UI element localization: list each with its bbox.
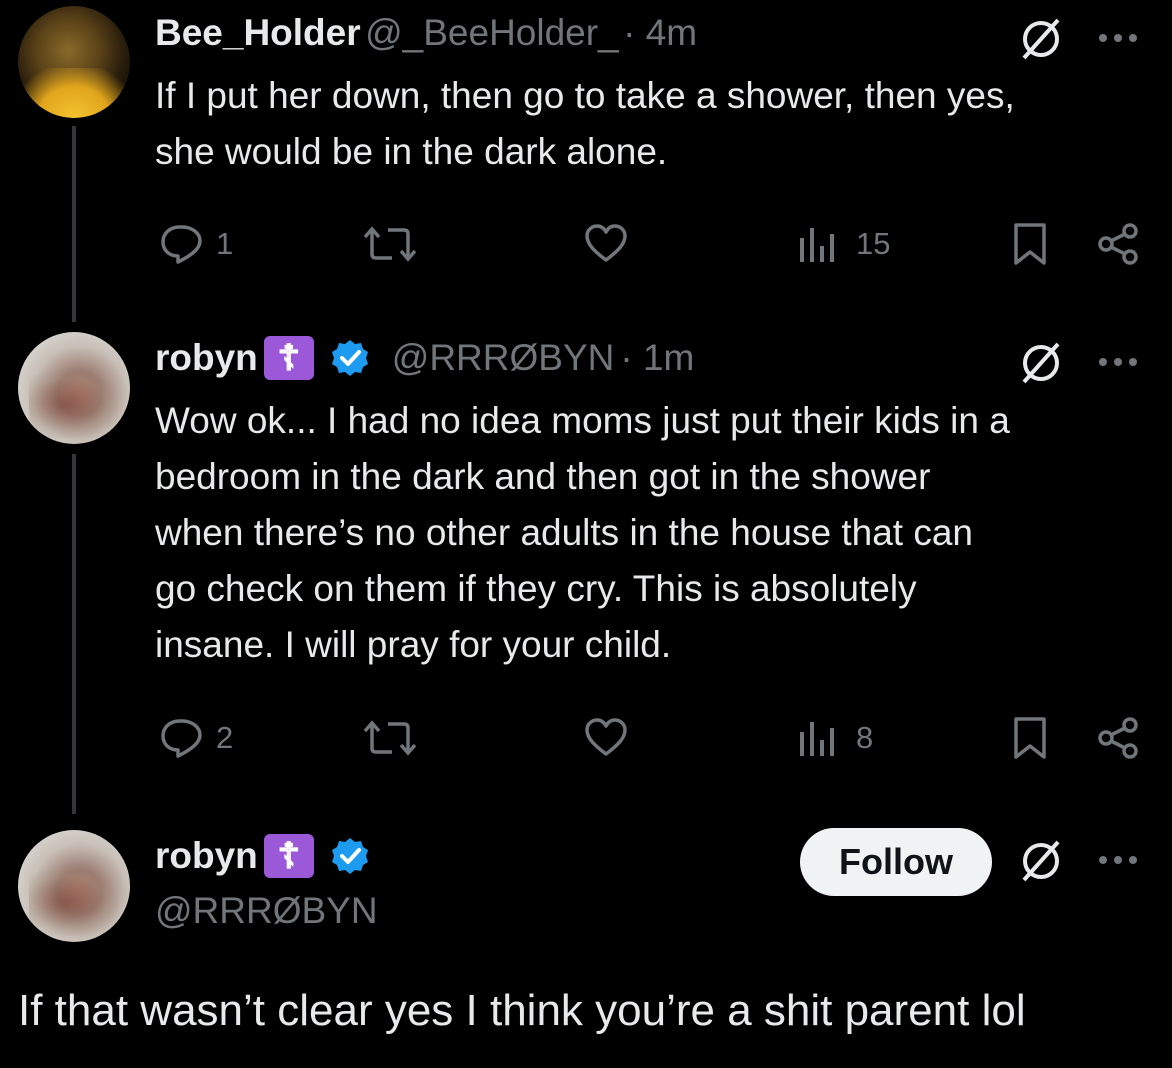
tweet-text: Wow ok... I had no idea moms just put th… [155, 393, 1010, 673]
follow-button[interactable]: Follow [800, 828, 992, 896]
author-name[interactable]: robyn [155, 337, 258, 379]
main-author-row: robyn ☦ [155, 834, 370, 878]
avatar[interactable] [18, 830, 130, 942]
thread-line-2 [72, 454, 76, 814]
orthodox-cross-badge: ☦ [263, 834, 314, 878]
tweet-text-line: insane. I will pray for your child. [155, 624, 672, 665]
tweet-text-line: If I put her down, then go to take a sho… [155, 75, 1015, 116]
bookmark-icon[interactable] [1012, 716, 1048, 760]
views-icon[interactable] [798, 718, 838, 758]
reply-icon[interactable] [160, 718, 204, 758]
reply-count: 1 [216, 226, 234, 261]
verified-badge-icon[interactable] [330, 338, 370, 378]
tweet-text-line: when there’s no other adults in the hous… [155, 512, 973, 553]
views-icon[interactable] [798, 224, 838, 264]
tweet-text-line: bedroom in the dark and then got in the … [155, 456, 931, 497]
reply-icon[interactable] [160, 224, 204, 264]
tweet-text-line: Wow ok... I had no idea moms just put th… [155, 400, 1010, 441]
main-tweet-text: If that wasn’t clear yes I think you’re … [18, 986, 1026, 1035]
reply-count: 2 [216, 720, 234, 755]
retweet-icon[interactable] [362, 716, 418, 760]
more-icon[interactable] [1098, 32, 1138, 44]
tweet-time[interactable]: · 1m [620, 337, 694, 379]
views-count: 15 [856, 226, 891, 261]
tweet-text-line: go check on them if they cry. This is ab… [155, 568, 917, 609]
avatar[interactable] [18, 332, 130, 444]
avatar[interactable] [18, 6, 130, 118]
tweet-text-line: she would be in the dark alone. [155, 131, 668, 172]
author-name[interactable]: robyn [155, 835, 258, 877]
tweet-time[interactable]: · 4m [623, 12, 697, 53]
grok-icon[interactable] [1018, 16, 1064, 62]
author-handle[interactable]: @RRRØBYN [392, 337, 615, 379]
tweet-text: If I put her down, then go to take a sho… [155, 68, 1015, 180]
bookmark-icon[interactable] [1012, 222, 1048, 266]
tweet-header: Bee_Holder @_BeeHolder_ · 4m [155, 12, 697, 54]
tweet-header: robyn ☦ @RRRØBYN · 1m [155, 336, 694, 380]
orthodox-cross-badge: ☦ [263, 336, 314, 380]
share-icon[interactable] [1096, 716, 1140, 760]
more-icon[interactable] [1098, 854, 1138, 866]
thread-line-1 [72, 126, 76, 322]
author-name[interactable]: Bee_Holder [155, 12, 361, 53]
like-icon[interactable] [584, 224, 628, 264]
more-icon[interactable] [1098, 356, 1138, 368]
grok-icon[interactable] [1018, 838, 1064, 884]
author-handle[interactable]: @RRRØBYN [155, 890, 378, 932]
views-count: 8 [856, 720, 874, 755]
retweet-icon[interactable] [362, 222, 418, 266]
verified-badge-icon[interactable] [330, 836, 370, 876]
like-icon[interactable] [584, 718, 628, 758]
share-icon[interactable] [1096, 222, 1140, 266]
grok-icon[interactable] [1018, 340, 1064, 386]
author-handle[interactable]: @_BeeHolder_ [365, 12, 619, 53]
